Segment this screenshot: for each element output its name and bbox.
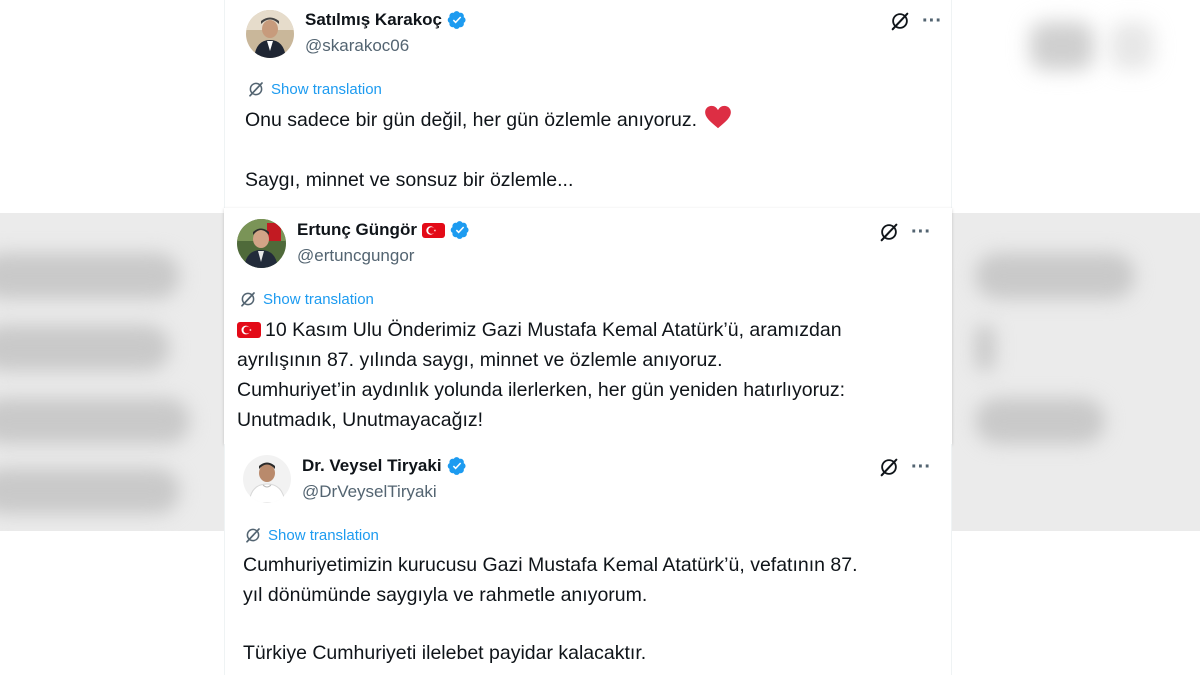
blurred-shape [0, 325, 170, 371]
tweet-text-line: yıl dönümünde saygıyla ve rahmetle anıyo… [243, 584, 648, 606]
show-translation-link[interactable]: Show translation [247, 80, 382, 98]
tweet-text-line: Onu sadece bir gün değil, her gün özleml… [245, 105, 732, 135]
author-name-row: Satılmış Karakoç [305, 10, 467, 30]
tweet-text-line: Saygı, minnet ve sonsuz bir özlemle... [245, 169, 574, 191]
show-translation-label[interactable]: Show translation [263, 291, 374, 308]
author-handle[interactable]: @ertuncgungor [297, 246, 414, 266]
blurred-shape [1030, 22, 1094, 70]
more-options-icon[interactable]: ··· [922, 11, 942, 31]
author-name[interactable]: Ertunç Güngör [297, 220, 417, 240]
blurred-shape [1110, 22, 1154, 70]
blurred-shape [0, 398, 190, 444]
tweet-text: Onu sadece bir gün değil, her gün özleml… [245, 109, 698, 131]
show-translation-label[interactable]: Show translation [268, 527, 379, 544]
avatar[interactable] [246, 10, 294, 58]
tweet-text-line: Cumhuriyetimizin kurucusu Gazi Mustafa K… [243, 554, 858, 576]
blurred-shape [0, 253, 180, 299]
verified-badge-icon [447, 457, 466, 475]
author-name-row: Ertunç Güngör [297, 220, 470, 240]
author-handle[interactable]: @skarakoc06 [305, 36, 409, 56]
tweet-text-line: Cumhuriyet’in aydınlık yolunda ilerlerke… [237, 379, 846, 401]
tweet-text-line: Türkiye Cumhuriyeti ilelebet payidar kal… [243, 642, 647, 664]
avatar[interactable] [243, 455, 291, 503]
author-name[interactable]: Satılmış Karakoç [305, 10, 442, 30]
verified-badge-icon [450, 221, 469, 239]
tweet-text-line: Unutmadık, Unutmayacağız! [237, 409, 484, 431]
grok-icon[interactable] [889, 10, 911, 32]
red-heart-emoji [705, 105, 732, 129]
translate-icon [246, 528, 260, 543]
author-name[interactable]: Dr. Veysel Tiryaki [302, 456, 442, 476]
more-options-icon[interactable]: ··· [911, 222, 931, 242]
translate-icon [249, 82, 263, 97]
grok-icon[interactable] [878, 221, 900, 243]
blurred-shape [0, 468, 180, 514]
author-handle[interactable]: @DrVeyselTiryaki [302, 482, 437, 502]
avatar[interactable] [237, 219, 286, 268]
grok-icon[interactable] [878, 456, 900, 478]
more-options-icon[interactable]: ··· [911, 457, 931, 477]
author-name-row: Dr. Veysel Tiryaki [302, 456, 467, 476]
blurred-shape [975, 325, 995, 371]
show-translation-link[interactable]: Show translation [244, 526, 379, 544]
translate-icon [241, 292, 255, 307]
show-translation-label[interactable]: Show translation [271, 81, 382, 98]
tweet-card[interactable]: Ertunç Güngör @ertuncgungor ··· Show tra… [224, 208, 952, 444]
blurred-shape [975, 398, 1105, 444]
tweet-card[interactable]: Satılmış Karakoç @skarakoc06 ··· Show tr… [224, 0, 952, 208]
verified-badge-icon [447, 11, 466, 29]
tweet-text-line: ayrılışının 87. yılında saygı, minnet ve… [237, 349, 723, 371]
tweet-text: 10 Kasım Ulu Önderimiz Gazi Mustafa Kema… [265, 319, 842, 341]
tweet-text-line: 10 Kasım Ulu Önderimiz Gazi Mustafa Kema… [237, 315, 842, 345]
tweet-card[interactable]: Dr. Veysel Tiryaki @DrVeyselTiryaki ··· … [224, 444, 952, 675]
turkey-flag-icon [421, 222, 445, 238]
blurred-shape [975, 253, 1135, 299]
show-translation-link[interactable]: Show translation [239, 290, 374, 308]
turkey-flag-icon [237, 322, 261, 338]
